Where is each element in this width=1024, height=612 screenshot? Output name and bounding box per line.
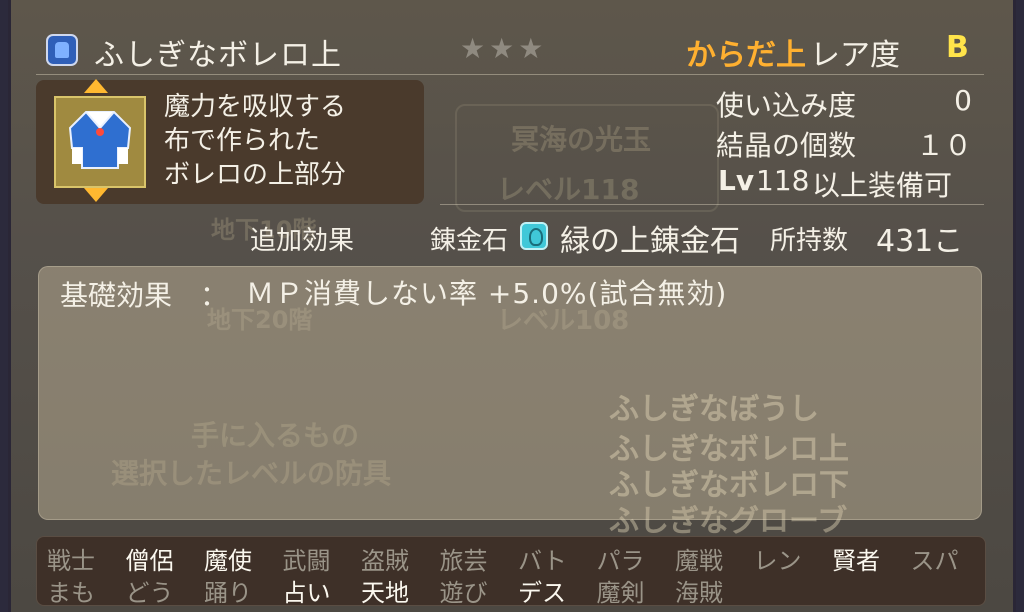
- crystal-label: 結晶の個数: [716, 129, 857, 162]
- divider: [36, 74, 984, 75]
- job-label: 僧侶: [125, 547, 174, 575]
- required-level-value: 118: [756, 164, 810, 197]
- job-label: 魔剣: [596, 579, 645, 607]
- job-label: 魔使: [204, 547, 252, 575]
- job-label: 踊り: [204, 579, 252, 607]
- rarity-value: B: [946, 30, 969, 65]
- bolero-top-icon: [46, 34, 78, 66]
- basic-effect-label: 基礎効果 ：: [60, 279, 229, 312]
- description-line: 布で作られた: [164, 126, 321, 156]
- job-label: まも: [47, 579, 95, 607]
- bg-orb-text: 冥海の光玉: [511, 123, 652, 156]
- next-item-arrow-icon[interactable]: [84, 188, 108, 202]
- job-label: スパ: [910, 547, 959, 575]
- usage-label: 使い込み度: [716, 89, 857, 122]
- item-description: 魔力を吸収する 布で作られた ボレロの上部分: [164, 90, 346, 192]
- owned-count-label: 所持数: [770, 226, 849, 256]
- bolero-illustration: [68, 111, 132, 169]
- job-label: 武闘: [282, 547, 331, 575]
- job-label: 占い: [282, 579, 331, 607]
- alchemy-stone-name: 緑の上錬金石: [560, 224, 740, 259]
- alchemy-stone-label: 錬金石: [430, 226, 509, 256]
- job-label: レン: [753, 547, 802, 575]
- description-line: ボレロの上部分: [164, 160, 347, 190]
- item-name: ふしぎなボレロ上: [94, 38, 342, 73]
- bg-level-text-1: レベル118: [497, 173, 640, 206]
- basic-effect-text: ＭＰ消費しない率 +5.0%(試合無効): [246, 277, 728, 310]
- owned-count-value: 431こ: [876, 224, 964, 259]
- crystal-value: １０: [915, 129, 972, 162]
- job-label: 賢者: [832, 547, 880, 575]
- description-line: 魔力を吸収する: [164, 92, 347, 122]
- job-label: 旅芸: [439, 547, 488, 575]
- equippable-jobs-bar: 戦士 僧侶 魔使 武闘 盗賊 旅芸 バト パラ 魔戦 レン 賢者 スパ まも どう 踊り 占い 天地 遊び デス 魔…: [36, 536, 986, 607]
- job-label: バト: [518, 547, 567, 575]
- divider: [440, 204, 984, 205]
- prev-item-arrow-icon[interactable]: [84, 79, 108, 93]
- job-label: パラ: [596, 547, 645, 575]
- equip-slot-category: からだ上: [686, 38, 806, 73]
- level-prefix: Lv: [718, 164, 755, 197]
- star-rating: ★★★: [460, 32, 548, 65]
- item-image: [54, 96, 146, 188]
- job-label: 天地: [361, 579, 409, 607]
- item-description-box: 魔力を吸収する 布で作られた ボレロの上部分: [36, 79, 424, 204]
- tab-extra-effect[interactable]: 追加効果: [250, 220, 354, 257]
- green-alchemy-stone-icon: [520, 222, 548, 250]
- job-label: どう: [125, 579, 174, 607]
- job-label: 遊び: [439, 579, 488, 607]
- job-label: 魔戦: [675, 547, 723, 575]
- job-label: 海賊: [675, 579, 723, 607]
- rarity-label: レア度: [810, 38, 900, 73]
- usage-value: 0: [954, 84, 972, 117]
- job-label: 戦士: [47, 547, 95, 575]
- job-label: 盗賊: [361, 547, 409, 575]
- job-label: デス: [518, 579, 566, 607]
- level-suffix: 以上装備可: [812, 169, 953, 202]
